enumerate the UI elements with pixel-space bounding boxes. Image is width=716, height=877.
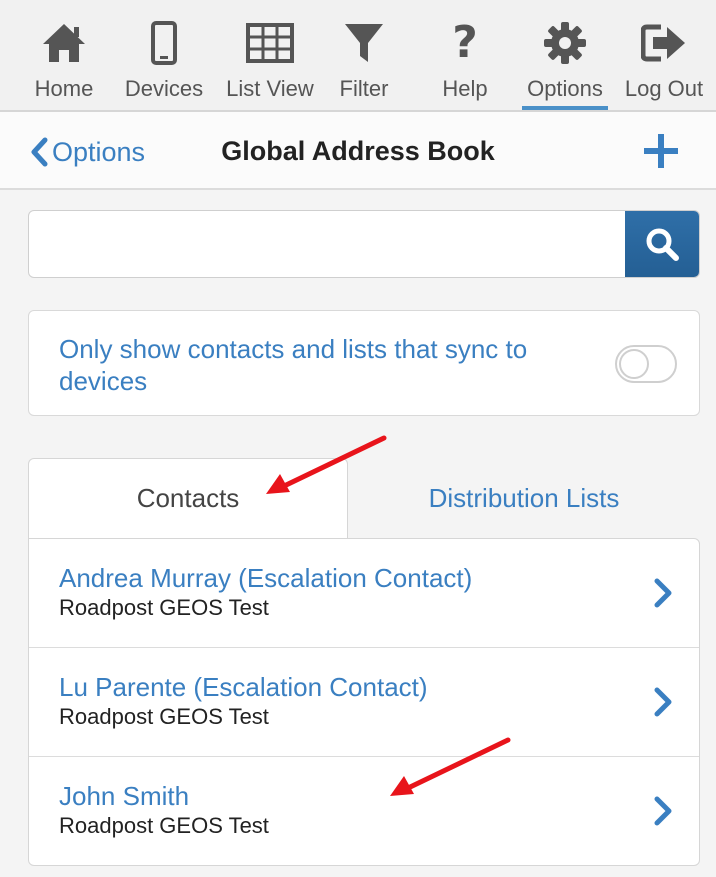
list-item[interactable]: John Smith Roadpost GEOS Test [29,756,699,865]
chevron-right-icon [654,687,672,717]
nav-label: Log Out [624,76,704,101]
contact-name: Lu Parente (Escalation Contact) [59,672,428,702]
chevron-left-icon [31,137,48,167]
search-input[interactable] [29,211,625,277]
contact-list: Andrea Murray (Escalation Contact) Roadp… [28,538,700,866]
sync-filter-card: Only show contacts and lists that sync t… [28,310,700,416]
list-item[interactable]: Andrea Murray (Escalation Contact) Roadp… [29,539,699,647]
nav-label: Options [527,76,603,101]
top-nav: Home Devices List View Filter ? Help Opt… [0,0,716,112]
grid-icon [220,20,320,66]
active-tab-indicator [522,106,608,110]
search-bar [28,210,700,278]
sync-filter-toggle[interactable] [615,345,677,383]
contact-org: Roadpost GEOS Test [59,704,269,729]
tab-contacts[interactable]: Contacts [28,458,348,538]
nav-label: Filter [339,76,389,101]
toggle-knob [619,349,649,379]
search-icon [646,228,679,261]
contact-name: Andrea Murray (Escalation Contact) [59,563,473,593]
nav-log-out[interactable]: Log Out [614,20,714,112]
back-button[interactable]: Options [30,134,145,170]
nav-options[interactable]: Options [515,20,615,112]
nav-label: Help [442,76,488,101]
nav-label: Devices [124,76,204,101]
list-item[interactable]: Lu Parente (Escalation Contact) Roadpost… [29,647,699,756]
sync-filter-label: Only show contacts and lists that sync t… [59,334,528,396]
gear-icon [515,20,615,66]
nav-label: List View [226,76,314,101]
filter-icon [314,20,414,66]
nav-filter[interactable]: Filter [314,20,414,112]
logout-icon [614,20,714,66]
home-icon [14,20,114,66]
nav-list-view[interactable]: List View [220,20,320,112]
nav-home[interactable]: Home [14,20,114,112]
chevron-right-icon [654,796,672,826]
chevron-right-icon [654,578,672,608]
search-button[interactable] [625,211,699,277]
tab-distribution-lists[interactable]: Distribution Lists [348,458,700,538]
contact-org: Roadpost GEOS Test [59,813,269,838]
nav-devices[interactable]: Devices [114,20,214,112]
phone-icon [114,20,214,66]
nav-label: Home [34,76,94,101]
header-bar: Options Global Address Book [0,112,716,190]
contact-name: John Smith [59,781,190,811]
add-button[interactable] [642,132,680,170]
back-label: Options [52,136,146,167]
nav-help[interactable]: ? Help [415,20,515,112]
plus-icon [644,134,678,168]
contact-org: Roadpost GEOS Test [59,595,269,620]
question-icon: ? [452,17,478,68]
